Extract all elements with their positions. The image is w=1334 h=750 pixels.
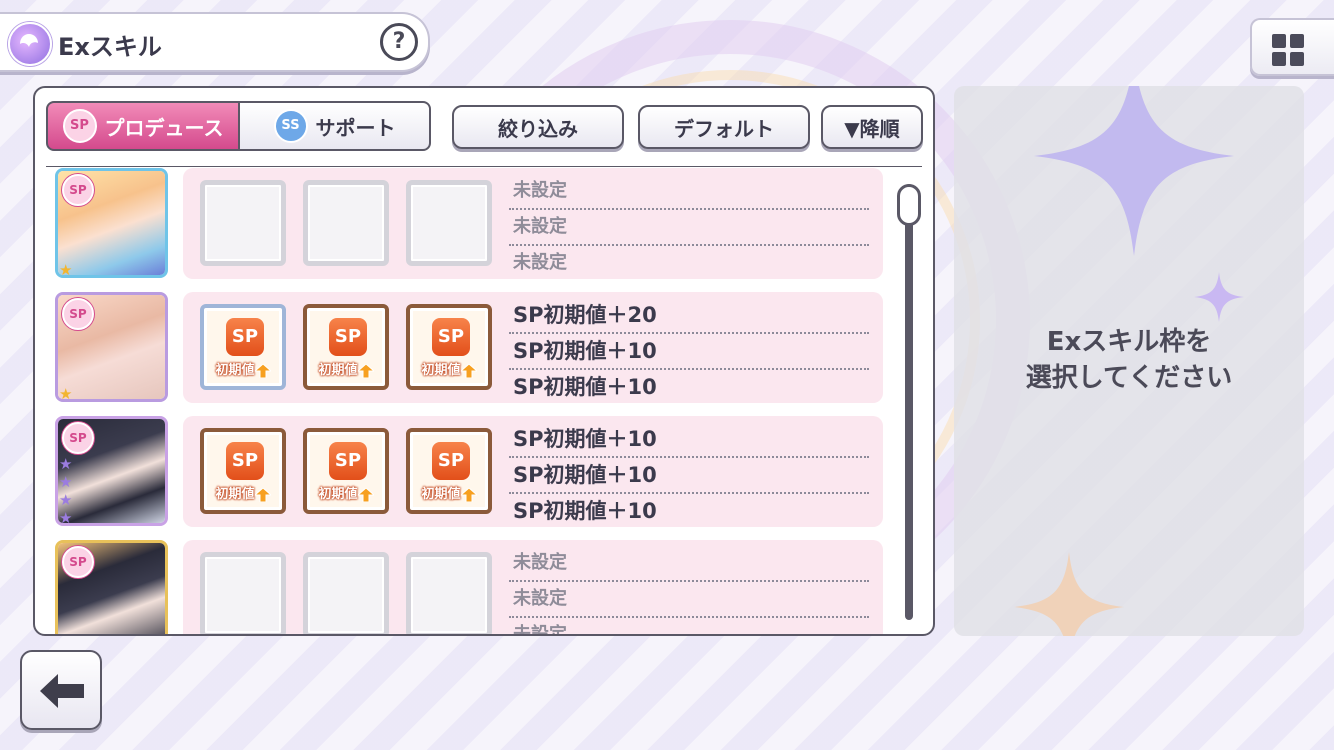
- arrow-up-icon: [459, 486, 478, 502]
- grid-icon: [1272, 34, 1304, 66]
- skill-text: SP初期値＋10: [513, 499, 657, 523]
- tab-produce-label: プロデュース: [104, 115, 224, 140]
- scrollbar[interactable]: [897, 184, 921, 620]
- list-item[interactable]: SP ★ 未設定 未設定 未設定: [35, 168, 915, 282]
- skill-list: SP初期値＋20 SP初期値＋10 SP初期値＋10: [509, 298, 869, 404]
- sort-button[interactable]: デフォルト: [638, 105, 810, 149]
- avatar[interactable]: SP ★ ★ ★ ★: [55, 416, 168, 526]
- produce-badge-icon: SP: [62, 109, 97, 143]
- skill-slot-empty[interactable]: [200, 180, 286, 266]
- star-icon: ★: [59, 261, 73, 278]
- idol-list: SP ★ 未設定 未設定 未設定 SP ★ SP 初期値 SP 初期値 SP 初…: [35, 168, 915, 636]
- skill-icon: [8, 22, 52, 66]
- list-item[interactable]: SP ★ SP 初期値 SP 初期値 SP 初期値 SP初期値＋20 SP初期値…: [35, 292, 915, 406]
- star-icon: ★: [59, 509, 73, 526]
- star-icon: ★: [59, 491, 73, 509]
- list-item[interactable]: SP ★ ★ ★ ★ SP 初期値 SP 初期値 SP 初期値 SP初期値＋10…: [35, 416, 915, 530]
- arrow-up-icon: [459, 362, 478, 378]
- skill-text: 未設定: [509, 174, 869, 210]
- star-icon: ★: [59, 385, 73, 402]
- skill-slot-empty[interactable]: [303, 552, 389, 634]
- sparkle-icon: [1034, 86, 1234, 256]
- divider: [46, 166, 922, 167]
- arrow-up-icon: [356, 362, 375, 378]
- skill-text: 未設定: [513, 624, 567, 636]
- skill-slot-empty[interactable]: [406, 552, 492, 634]
- skill-text: SP初期値＋10: [509, 334, 869, 370]
- page-title: Exスキル: [58, 33, 162, 61]
- arrow-up-icon: [356, 486, 375, 502]
- skill-slot-empty[interactable]: [406, 180, 492, 266]
- produce-badge-icon: SP: [62, 546, 94, 578]
- skill-slot-sp[interactable]: SP 初期値: [200, 304, 286, 390]
- back-button[interactable]: [20, 650, 102, 730]
- sparkle-icon: [1014, 552, 1124, 636]
- produce-badge-icon: SP: [62, 298, 94, 330]
- header-bar: Exスキル ?: [0, 12, 430, 72]
- tab-support[interactable]: SS サポート: [238, 101, 431, 151]
- skill-text: 未設定: [509, 210, 869, 246]
- skill-text: SP初期値＋10: [513, 375, 657, 399]
- skill-slot-sp[interactable]: SP 初期値: [303, 428, 389, 514]
- tab-produce[interactable]: SP プロデュース: [46, 101, 240, 151]
- order-button[interactable]: ▼降順: [821, 105, 923, 149]
- skill-list: 未設定 未設定 未設定: [509, 546, 869, 636]
- sp-label: 初期値: [311, 484, 381, 506]
- sp-label: 初期値: [414, 484, 484, 506]
- arrow-up-icon: [253, 362, 272, 378]
- skill-text: SP初期値＋10: [509, 458, 869, 494]
- scroll-thumb[interactable]: [897, 184, 921, 226]
- message-line-1: Exスキル枠を: [1046, 327, 1212, 357]
- skill-text: 未設定: [509, 582, 869, 618]
- avatar[interactable]: SP ★: [55, 168, 168, 278]
- skill-text: 未設定: [513, 252, 567, 273]
- empty-selection-message: Exスキル枠を 選択してください: [954, 324, 1304, 396]
- help-button[interactable]: ?: [380, 23, 418, 61]
- star-icon: ★: [59, 473, 73, 491]
- skill-list-panel: SP プロデュース SS サポート 絞り込み デフォルト ▼降順 SP ★ 未設…: [33, 86, 935, 636]
- arrow-left-icon: [40, 674, 84, 708]
- produce-badge-icon: SP: [62, 422, 94, 454]
- skill-list: SP初期値＋10 SP初期値＋10 SP初期値＋10: [509, 422, 869, 528]
- star-icon: ★: [59, 455, 73, 473]
- sp-label: 初期値: [311, 360, 381, 382]
- skill-text: SP初期値＋10: [509, 422, 869, 458]
- skill-text: 未設定: [509, 546, 869, 582]
- sp-icon: SP: [329, 318, 367, 356]
- skill-list: 未設定 未設定 未設定: [509, 174, 869, 280]
- sp-icon: SP: [226, 318, 264, 356]
- skill-slot-sp[interactable]: SP 初期値: [303, 304, 389, 390]
- message-line-2: 選択してください: [1025, 363, 1233, 393]
- sparkle-icon: [1194, 272, 1244, 322]
- menu-button[interactable]: [1250, 18, 1334, 76]
- list-item[interactable]: SP 未設定 未設定 未設定: [35, 540, 915, 636]
- skill-slot-sp[interactable]: SP 初期値: [406, 304, 492, 390]
- produce-badge-icon: SP: [62, 174, 94, 206]
- sp-label: 初期値: [414, 360, 484, 382]
- sp-icon: SP: [329, 442, 367, 480]
- skill-slot-sp[interactable]: SP 初期値: [406, 428, 492, 514]
- sp-label: 初期値: [208, 360, 278, 382]
- arrow-up-icon: [253, 486, 272, 502]
- filter-button[interactable]: 絞り込み: [452, 105, 624, 149]
- avatar[interactable]: SP: [55, 540, 168, 634]
- skill-slot-empty[interactable]: [200, 552, 286, 634]
- avatar[interactable]: SP ★: [55, 292, 168, 402]
- support-badge-icon: SS: [273, 109, 308, 143]
- skill-slot-empty[interactable]: [303, 180, 389, 266]
- sp-icon: SP: [226, 442, 264, 480]
- skill-slot-sp[interactable]: SP 初期値: [200, 428, 286, 514]
- detail-panel: Exスキル枠を 選択してください: [954, 86, 1304, 636]
- sp-icon: SP: [432, 318, 470, 356]
- sp-label: 初期値: [208, 484, 278, 506]
- tab-support-label: サポート: [315, 115, 396, 140]
- skill-text: SP初期値＋20: [509, 298, 869, 334]
- sp-icon: SP: [432, 442, 470, 480]
